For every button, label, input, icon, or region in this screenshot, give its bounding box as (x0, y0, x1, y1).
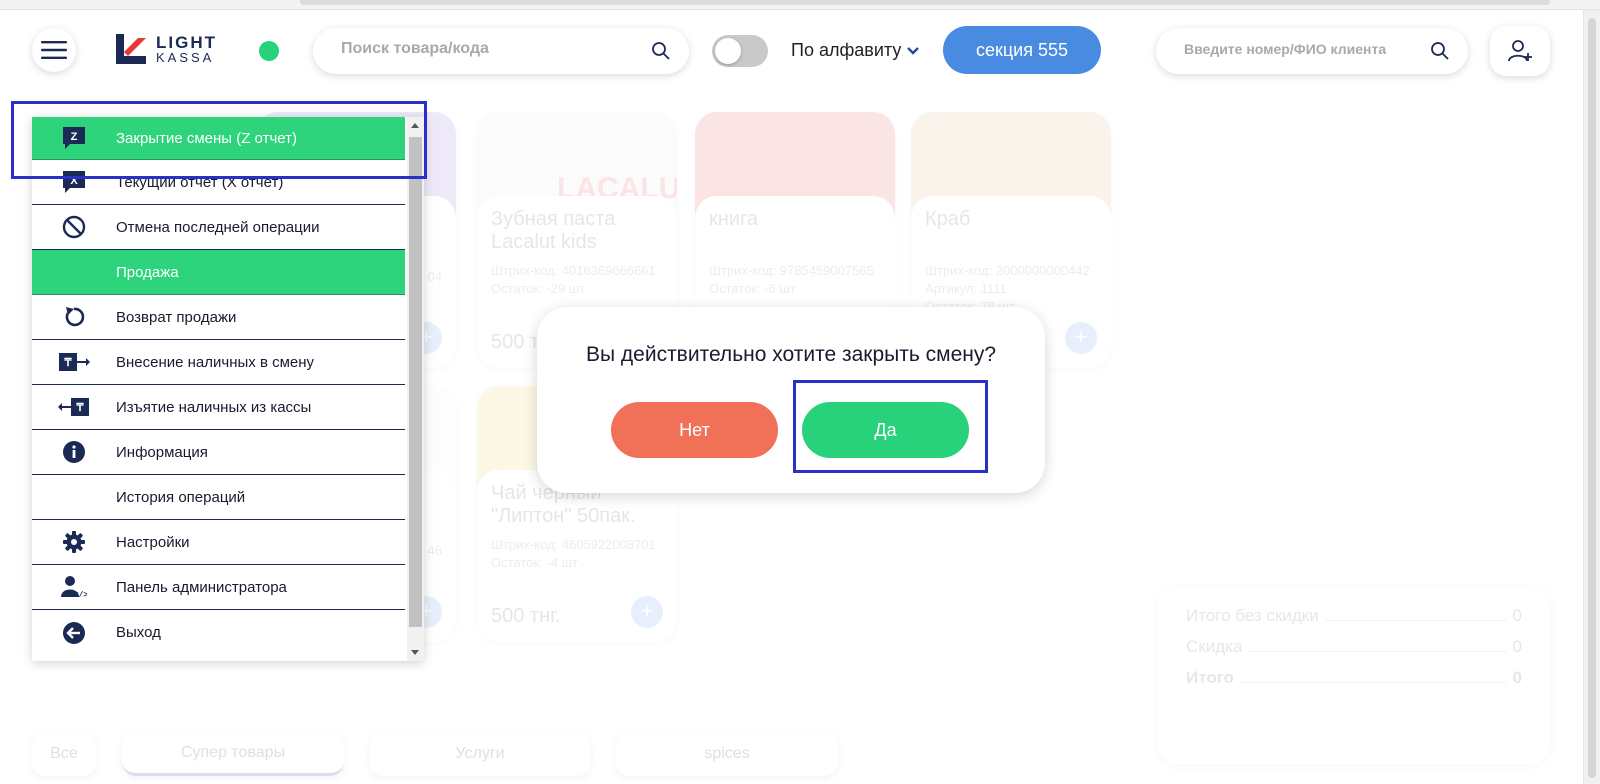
menu-item-label: Возврат продажи (116, 308, 237, 326)
scroll-down-arrow-icon[interactable] (411, 650, 419, 655)
menu-item-label: Настройки (116, 533, 190, 551)
product-barcode: Штрих-код: 4016369666661 (491, 263, 656, 278)
menu-item-cancel-last[interactable]: Отмена последней операции (32, 205, 405, 250)
product-price: 500 т (491, 331, 540, 353)
product-stock: Остаток: -29 шт (491, 281, 586, 296)
menu-item-history[interactable]: История операций (32, 475, 405, 520)
totals-row: Скидка 0 (1186, 637, 1522, 668)
add-to-cart-button[interactable]: + (1065, 322, 1097, 354)
highlight-yes-button (793, 380, 988, 473)
menu-scrollbar[interactable] (407, 117, 424, 661)
product-stock: Остаток: -4 шт (491, 555, 578, 570)
totals-value: 0 (1512, 668, 1522, 687)
add-to-cart-button[interactable]: + (631, 596, 663, 628)
side-menu-list: Z Закрытие смены (Z отчет) X Текущий отч… (32, 117, 405, 661)
product-name: Краб (925, 208, 971, 230)
totals-label: Итого (1186, 668, 1234, 687)
menu-item-label: Продажа (116, 263, 179, 281)
totals-label: Итого без скидки (1186, 606, 1319, 625)
product-barcode: Штрих-код: 9785459007565 (709, 263, 874, 278)
menu-item-settings[interactable]: Настройки (32, 520, 405, 565)
menu-item-cash-out[interactable]: ₸ Изъятие наличных из кассы (32, 385, 405, 430)
menu-item-label: Изъятие наличных из кассы (116, 398, 312, 416)
category-tab-super[interactable]: Супер товары (122, 732, 344, 776)
exit-icon (63, 621, 85, 644)
svg-text:₸: ₸ (64, 357, 73, 369)
order-totals-panel: Итого без скидки 0 Скидка 0 Итого 0 (1158, 586, 1550, 764)
menu-item-label: Внесение наличных в смену (116, 353, 315, 371)
totals-row: Итого 0 (1186, 668, 1522, 699)
category-tab-services[interactable]: Услуги (369, 732, 591, 776)
cash-out-icon: ₸ (58, 398, 89, 416)
product-barcode: Штрих-код: 2000000000442 (925, 263, 1090, 278)
menu-item-sale[interactable]: Продажа (32, 250, 405, 295)
menu-item-label: История операций (116, 488, 246, 506)
menu-item-label: Информация (116, 443, 208, 461)
info-icon (63, 441, 85, 463)
menu-item-info[interactable]: Информация (32, 430, 405, 475)
cancel-icon (62, 215, 86, 239)
product-name: Зубная паста Lacalut kids (491, 208, 616, 253)
totals-label: Скидка (1186, 637, 1243, 656)
product-name: книга (709, 208, 758, 230)
menu-item-admin-panel[interactable]: </> Панель администратора (32, 565, 405, 610)
gear-icon (63, 531, 85, 553)
totals-value: 0 (1512, 637, 1522, 656)
product-price: 500 тнг. (491, 605, 561, 627)
return-icon (65, 307, 85, 327)
menu-item-label: Отмена последней операции (116, 218, 320, 236)
menu-scrollbar-thumb[interactable] (409, 137, 422, 627)
svg-text:</>: </> (74, 591, 87, 599)
menu-item-return[interactable]: Возврат продажи (32, 295, 405, 340)
menu-item-cash-in[interactable]: ₸ Внесение наличных в смену (32, 340, 405, 385)
svg-text:₸: ₸ (76, 402, 85, 414)
category-tab-spices[interactable]: spices (616, 732, 838, 776)
totals-row: Итого без скидки 0 (1186, 606, 1522, 637)
menu-item-exit[interactable]: Выход (32, 610, 405, 655)
no-button[interactable]: Нет (611, 402, 778, 458)
product-stock: Остаток: -6 шт (709, 281, 796, 296)
admin-icon: </> (61, 576, 87, 599)
product-article: Артикул: 1111 (925, 281, 1007, 296)
product-barcode: Штрих-код: 4605922008701 (491, 537, 656, 552)
dialog-question: Вы действительно хотите закрыть смену? (585, 343, 997, 366)
category-tab-all[interactable]: Все (32, 732, 96, 776)
menu-item-label: Панель администратора (116, 578, 287, 596)
totals-value: 0 (1512, 606, 1522, 625)
menu-item-label: Выход (116, 624, 161, 641)
cash-in-icon: ₸ (59, 353, 90, 371)
highlight-close-shift (11, 101, 427, 179)
side-menu: Z Закрытие смены (Z отчет) X Текущий отч… (32, 117, 424, 661)
